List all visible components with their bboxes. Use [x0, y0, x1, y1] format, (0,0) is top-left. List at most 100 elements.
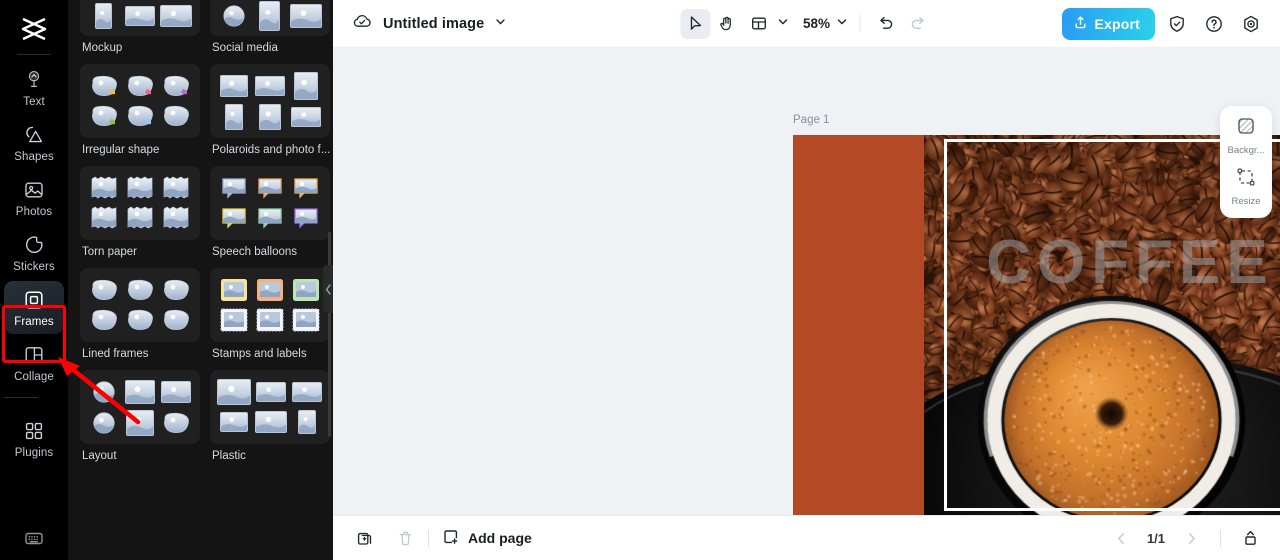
cursor-arrow-icon[interactable] — [679, 8, 710, 39]
frames-category-thumbnail[interactable] — [210, 268, 330, 342]
shapes-icon — [22, 123, 46, 147]
page-header: Page 1 — [793, 110, 1280, 130]
sidebar-items: Text Shapes Photos Stickers Frames Collage Plu… — [4, 61, 64, 467]
layout-chevron-down-icon[interactable] — [776, 15, 789, 33]
frame-thumb — [160, 3, 193, 29]
frames-category-thumbnail[interactable] — [210, 64, 330, 138]
zoom-chevron-down-icon[interactable] — [835, 15, 848, 33]
frames-category[interactable]: Polaroids and photo f... — [210, 64, 330, 156]
bottom-toolbar: Add page 1/1 — [333, 515, 1280, 560]
frame-thumb — [123, 276, 156, 304]
frames-category[interactable]: Torn paper — [80, 166, 200, 258]
sidebar-item-stickers[interactable]: Stickers — [4, 226, 64, 279]
cloud-saved-icon[interactable] — [351, 10, 373, 37]
frames-category[interactable]: Layout — [80, 370, 200, 462]
frames-category-thumbnail[interactable] — [80, 166, 200, 240]
question-circle-icon[interactable] — [1199, 9, 1229, 39]
toolbar-right-group: Export — [1062, 7, 1266, 40]
capcut-logo-icon[interactable] — [17, 14, 51, 44]
frame-thumb — [160, 103, 193, 131]
frame-thumb — [217, 174, 250, 202]
sidebar-item-label: Shapes — [14, 151, 54, 163]
zoom-level-value[interactable]: 58% — [795, 16, 833, 31]
frames-category-thumbnail[interactable] — [210, 370, 330, 444]
canvas-area[interactable]: Page 1 COFFEE Backgr... Resize — [333, 48, 1280, 515]
settings-gear-icon[interactable] — [1236, 9, 1266, 39]
frames-category[interactable]: Mockup — [80, 0, 200, 54]
frame-thumb — [253, 1, 286, 31]
photos-icon — [22, 178, 46, 202]
undo-icon[interactable] — [871, 9, 901, 39]
shield-check-icon[interactable] — [1162, 9, 1192, 39]
main-area: Untitled image 58% Export Page 1 COFFEE … — [333, 0, 1280, 560]
dock-item-resize[interactable]: Resize — [1222, 166, 1270, 207]
collage-icon — [22, 343, 46, 367]
artboard[interactable]: COFFEE — [793, 135, 1280, 515]
frame-thumb — [290, 307, 323, 335]
sidebar-item-frames[interactable]: Frames — [4, 281, 64, 334]
panel-collapse-handle[interactable] — [323, 265, 333, 313]
trash-icon — [391, 524, 419, 552]
dock-item-background[interactable]: Backgr... — [1222, 115, 1270, 156]
frames-category[interactable]: Stamps and labels — [210, 268, 330, 360]
frame-thumb — [217, 103, 250, 130]
frame-thumb — [254, 378, 287, 406]
frames-category-thumbnail[interactable] — [80, 268, 200, 342]
add-page-icon — [442, 528, 460, 549]
sidebar-item-photos[interactable]: Photos — [4, 171, 64, 224]
frame-thumb — [123, 378, 156, 406]
frames-category-thumbnail[interactable] — [80, 64, 200, 138]
upload-icon — [1073, 15, 1088, 33]
frames-panel: Mockup Social media Irregular shape Polaroi… — [68, 0, 333, 560]
frames-category-label: Torn paper — [82, 246, 137, 258]
dock-label-background: Backgr... — [1227, 145, 1265, 156]
page-label: Page 1 — [793, 114, 830, 126]
frame-thumb — [253, 205, 286, 233]
frames-category[interactable]: Lined frames — [80, 268, 200, 360]
frame-thumb — [123, 409, 156, 437]
frames-category[interactable]: Social media — [210, 0, 330, 54]
panel-scrollbar[interactable] — [328, 232, 331, 437]
layout-panels-icon[interactable] — [744, 9, 774, 39]
frame-thumb — [253, 174, 286, 202]
right-dock: Backgr... Resize — [1220, 106, 1272, 218]
hand-icon[interactable] — [712, 9, 742, 39]
sidebar-item-shapes[interactable]: Shapes — [4, 116, 64, 169]
export-button-label: Export — [1094, 15, 1140, 32]
frame-thumb — [87, 72, 120, 100]
keyboard-icon[interactable] — [22, 526, 46, 550]
sidebar-item-collage[interactable]: Collage — [4, 336, 64, 389]
frames-category[interactable]: Speech balloons — [210, 166, 330, 258]
frames-panel-scroll[interactable]: Mockup Social media Irregular shape Polaroi… — [68, 0, 333, 560]
frame-thumb — [123, 72, 156, 100]
frame-thumb — [290, 205, 323, 233]
duplicate-icon[interactable] — [351, 524, 379, 552]
frames-category-thumbnail[interactable] — [80, 0, 200, 36]
frames-category-grid: Mockup Social media Irregular shape Polaroi… — [80, 0, 330, 462]
sidebar-item-label: Collage — [14, 371, 54, 383]
export-page-icon[interactable] — [1236, 524, 1264, 552]
frames-category-thumbnail[interactable] — [210, 0, 330, 36]
left-sidebar: Text Shapes Photos Stickers Frames Collage Plu… — [0, 0, 68, 560]
frame-thumb — [217, 276, 250, 304]
frame-thumb — [217, 205, 250, 233]
sidebar-item-label: Text — [23, 96, 45, 108]
frames-category[interactable]: Plastic — [210, 370, 330, 462]
frames-category-thumbnail[interactable] — [210, 166, 330, 240]
frames-category[interactable]: Irregular shape — [80, 64, 200, 156]
frames-category-label: Social media — [212, 42, 278, 54]
add-page-button[interactable]: Add page — [442, 528, 532, 549]
bottom-divider-right — [1220, 529, 1221, 547]
title-chevron-down-icon[interactable] — [494, 15, 507, 33]
frame-thumb — [160, 307, 193, 335]
sidebar-item-text[interactable]: Text — [4, 61, 64, 114]
sidebar-item-plugins[interactable]: Plugins — [4, 412, 64, 465]
export-button[interactable]: Export — [1062, 7, 1155, 40]
frames-category-label: Stamps and labels — [212, 348, 307, 360]
document-title[interactable]: Untitled image — [383, 16, 484, 32]
frames-category-thumbnail[interactable] — [80, 370, 200, 444]
frame-thumb — [160, 378, 193, 406]
frame-thumb — [160, 276, 193, 304]
resize-icon — [1235, 166, 1257, 193]
frame-thumb — [253, 276, 286, 304]
